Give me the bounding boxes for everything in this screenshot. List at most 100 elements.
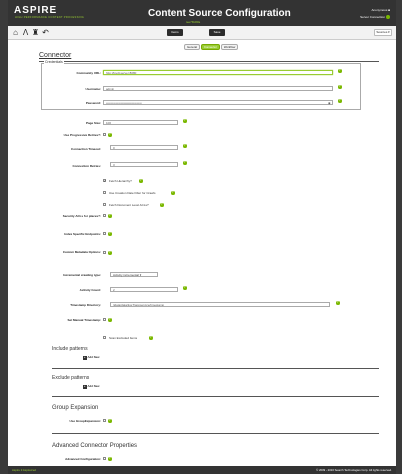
footer-left: Aspire 3 Aspireized (12, 468, 36, 472)
home-icon[interactable]: ⌂ (11, 28, 20, 38)
copyright: © 2009 - 2016 Search Technologies Corp. … (316, 468, 392, 472)
timestamp-dir-label: Timestamp Directory: (70, 303, 101, 307)
help-icon[interactable]: ? (171, 191, 175, 195)
user-name[interactable]: Anonymous (372, 8, 388, 12)
activity-count-label: Activity Count: (79, 288, 101, 292)
help-icon[interactable]: ? (108, 419, 112, 423)
incremental-type-value: Activity incremental (113, 273, 139, 277)
exclude-patterns-title: Exclude patterns (52, 375, 90, 381)
community-url-label: Community URL: (76, 71, 102, 75)
activity-count-input[interactable]: 2 (110, 287, 178, 292)
custom-metadata-label: Custom Metadata Options: (62, 250, 101, 254)
sources-dropdown[interactable]: Sources ▾ (374, 29, 392, 36)
advanced-config-label: Advanced Configuration: (65, 457, 101, 461)
connection-retries-label: Connection Retries: (72, 164, 101, 168)
connection-timeout-label: Connection Timeout: (71, 147, 101, 151)
add-exclude-pattern-button[interactable]: + Add New (83, 384, 99, 389)
plus-icon: + (83, 355, 87, 360)
outer-frame: ASPIRE HIGH PERFORMANCE CONTENT PROCESSI… (0, 0, 402, 474)
help-icon[interactable]: ? (108, 251, 112, 255)
help-icon[interactable]: ? (149, 336, 153, 340)
help-icon[interactable]: ? (160, 203, 164, 207)
manual-timestamp-label: Set Manual Timestamp: (67, 318, 101, 322)
group-expansion-checkbox[interactable] (103, 419, 106, 422)
server-status: Server Connection (360, 15, 385, 19)
user-area: Anonymous ■ Server Connection (360, 8, 390, 20)
security-acls-label: Security ACLs for places?: (62, 214, 101, 218)
help-icon[interactable]: ? (338, 69, 342, 73)
security-acls-checkbox[interactable] (103, 214, 106, 217)
help-icon[interactable]: ? (183, 161, 187, 165)
divider (52, 433, 379, 434)
fetch-acls-label: Fetch Document Level ACLs? (109, 203, 149, 207)
fetch-hierarchy-label: Fetch Hierarchy? (109, 179, 132, 183)
help-icon[interactable]: ? (108, 214, 112, 218)
logo: ASPIRE (14, 5, 58, 16)
help-icon[interactable]: ? (338, 85, 342, 89)
add-new-label: Add New (87, 384, 100, 388)
scan-excluded-checkbox[interactable] (103, 336, 106, 339)
plus-icon: + (83, 384, 87, 389)
logo-subtitle: HIGH PERFORMANCE CONTENT PROCESSING (15, 16, 85, 19)
group-expansion-label: Use GroupExpansion: (69, 419, 101, 423)
status-dot (386, 15, 390, 20)
help-icon[interactable]: ? (183, 286, 187, 290)
tree-icon[interactable]: Λ (21, 28, 30, 38)
credentials-legend: Credentials (44, 60, 64, 64)
index-endpoints-checkbox[interactable] (103, 232, 106, 235)
index-endpoints-label: Index Specific Endpoints: (64, 232, 101, 236)
fetch-acls-checkbox[interactable] (103, 203, 106, 206)
help-icon[interactable]: ? (108, 318, 112, 322)
password-input[interactable]: •••••••••••••••••••••••••••••••••• (103, 100, 333, 105)
page-size-label: Page Size: (85, 121, 101, 125)
divider (52, 368, 379, 369)
help-icon[interactable]: ? (108, 232, 112, 236)
scan-excluded-label: Scan Excluded Items (109, 336, 138, 340)
divider (52, 396, 379, 397)
creation-date-filter-checkbox[interactable] (103, 191, 106, 194)
incremental-type-label: Incremental crawling type: (63, 273, 101, 277)
eye-icon[interactable]: ◉ (328, 101, 331, 105)
connection-retries-input[interactable]: 3 (110, 162, 178, 167)
footer: Aspire 3 Aspireized © 2009 - 2016 Search… (8, 466, 396, 474)
page-subtitle: tee7f0d9fa (186, 20, 201, 24)
connection-timeout-input[interactable]: 0 (110, 145, 178, 150)
help-icon[interactable]: ? (183, 119, 187, 123)
include-patterns-title: Include patterns (52, 346, 88, 352)
progressive-retries-label: Use Progressive Retries?: (63, 133, 101, 137)
app-header: ASPIRE HIGH PERFORMANCE CONTENT PROCESSI… (8, 0, 396, 26)
tab-connector[interactable]: Connector (200, 44, 220, 50)
help-icon[interactable]: ? (139, 179, 143, 183)
help-icon[interactable]: ? (338, 99, 342, 103)
incremental-type-select[interactable]: Activity incremental ▾ (110, 272, 158, 277)
add-new-label: Add New (87, 355, 100, 359)
username-label: Username: (85, 87, 101, 91)
page-size-input[interactable]: 100 (103, 120, 178, 125)
back-icon[interactable]: ↶ (41, 28, 50, 38)
community-url-input[interactable]: http://lsvdl-server:8080 (103, 70, 333, 75)
save-button[interactable]: Save (209, 29, 225, 36)
group-expansion-title: Group Expansion (52, 405, 99, 411)
connector-title: Connector (39, 52, 72, 59)
help-icon[interactable]: ? (336, 301, 340, 305)
tab-workflow[interactable]: Workflow (220, 44, 239, 50)
add-include-pattern-button[interactable]: + Add New (83, 355, 99, 360)
username-input[interactable]: admin (103, 86, 333, 91)
user-icon: ■ (388, 8, 390, 12)
page: ASPIRE HIGH PERFORMANCE CONTENT PROCESSI… (8, 0, 396, 474)
advanced-properties-title: Advanced Connector Properties (52, 443, 138, 449)
tower-icon[interactable]: ♜ (31, 28, 40, 38)
timestamp-dir-input[interactable]: /jdata/data/jiveT/appservice/timestamp (110, 302, 330, 307)
manual-timestamp-checkbox[interactable] (103, 318, 106, 321)
progressive-retries-checkbox[interactable] (103, 133, 106, 136)
toolbar: ⌂ Λ ♜ ↶ Items Save Sources ▾ (8, 26, 396, 40)
help-icon[interactable]: ? (108, 457, 112, 461)
fetch-hierarchy-checkbox[interactable] (103, 179, 106, 183)
items-button[interactable]: Items (167, 29, 183, 36)
divider (39, 61, 379, 62)
custom-metadata-checkbox[interactable] (103, 251, 106, 254)
help-icon[interactable]: ? (108, 133, 112, 137)
tab-general[interactable]: General (184, 44, 200, 50)
help-icon[interactable]: ? (183, 144, 187, 148)
advanced-config-checkbox[interactable] (103, 457, 106, 460)
